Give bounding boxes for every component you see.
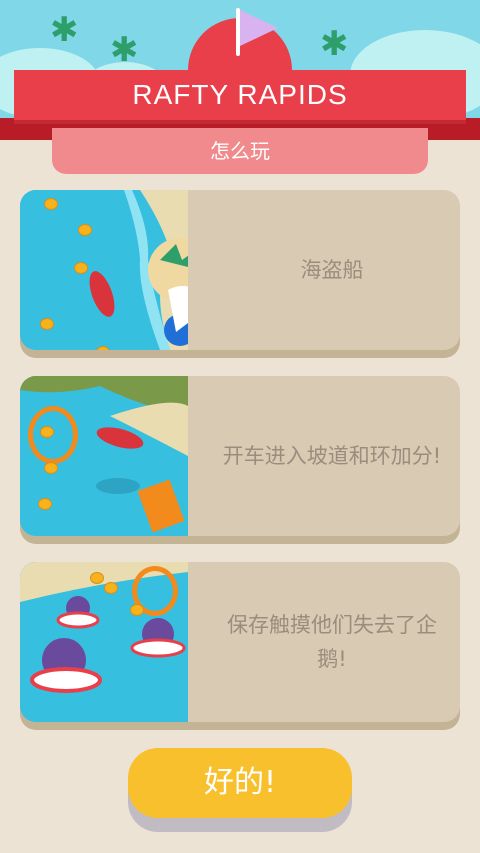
instruction-image-boat-steer bbox=[20, 190, 188, 350]
instruction-image-penguins bbox=[20, 562, 188, 722]
instruction-card-3: 保存触摸他们失去了企鹅! bbox=[20, 562, 460, 722]
ok-button[interactable]: 好的! bbox=[128, 748, 352, 818]
instruction-text-3: 保存触摸他们失去了企鹅! bbox=[227, 613, 437, 671]
instruction-card-1: 海盗船 bbox=[20, 190, 460, 350]
how-to-play-title: 怎么玩 bbox=[210, 139, 270, 163]
game-title: RAFTY RAPIDS bbox=[132, 79, 348, 110]
palm-tree-icon: ✱ bbox=[50, 10, 79, 50]
instruction-card-2: 开车进入坡道和环加分! bbox=[20, 376, 460, 536]
flag-icon bbox=[240, 10, 278, 46]
instruction-text-1: 海盗船 bbox=[300, 258, 364, 282]
palm-tree-icon: ✱ bbox=[110, 30, 139, 70]
instruction-text-2: 开车进入坡道和环加分! bbox=[222, 444, 442, 468]
instruction-image-ramp-rings bbox=[20, 376, 188, 536]
palm-tree-icon: ✱ bbox=[320, 24, 349, 64]
